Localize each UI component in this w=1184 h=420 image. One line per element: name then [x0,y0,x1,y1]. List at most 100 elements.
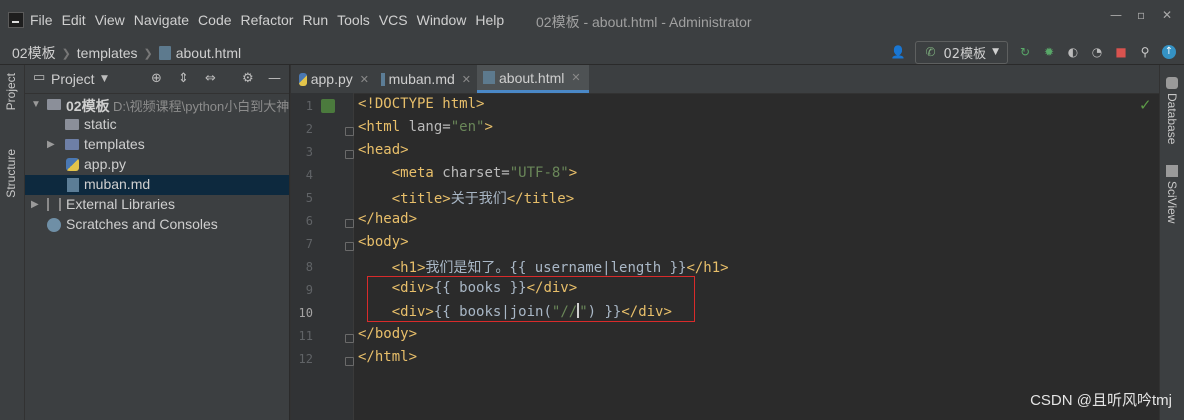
minimize-icon[interactable]: — [1110,8,1122,22]
expand-all-icon[interactable]: ⇕ [178,71,189,86]
menu-vcs[interactable]: VCS [379,12,408,28]
code-token: "en" [450,119,485,135]
code-token: <h1> [391,260,426,276]
tree-item-app-py[interactable]: app.py [25,155,289,175]
fold-marker-icon[interactable] [345,219,354,228]
window-title: 02模板 - about.html - Administrator [536,14,752,30]
tab-app-py[interactable]: app.py ✕ [293,65,375,93]
run-gutter-icon[interactable] [321,99,335,113]
fold-marker-icon[interactable] [345,242,354,251]
tab-label: about.html [499,69,565,86]
tree-item-label: Scratches and Consoles [66,216,218,232]
tab-structure[interactable]: Structure [4,149,18,198]
menu-bar: File Edit View Navigate Code Refactor Ru… [0,0,1184,40]
code-line-5: <title>关于我们</title> [358,188,574,211]
fold-marker-icon[interactable] [345,357,354,366]
menu-navigate[interactable]: Navigate [134,12,189,28]
line-number: 1 [305,99,313,113]
line-number: 3 [305,145,313,159]
user-icon[interactable]: 👤 [891,45,906,59]
coverage-icon[interactable]: ◐ [1066,45,1080,59]
tab-about-html[interactable]: about.html ✕ [477,65,589,93]
breadcrumb-file[interactable]: about.html [176,45,241,61]
run-config-label: 02模板 [943,46,987,62]
menu-run[interactable]: Run [302,12,328,28]
update-icon[interactable]: ↑ [1162,45,1176,59]
menu-help[interactable]: Help [475,12,504,28]
tab-database[interactable]: Database [1165,93,1179,144]
menu-code[interactable]: Code [198,12,231,28]
run-configuration-select[interactable]: ✆ 02模板 ▼ [914,40,1008,64]
collapse-all-icon[interactable]: ⇔ [205,71,216,86]
code-token: </html> [358,349,418,365]
chevron-right-icon[interactable]: ▶ [31,199,39,210]
menu-refactor[interactable]: Refactor [241,12,294,28]
rerun-icon[interactable]: ↻ [1018,45,1032,59]
tree-item-templates[interactable]: ▶ templates [25,135,289,155]
project-panel-title[interactable]: Project [51,71,95,87]
code-token: <meta [391,165,443,181]
code-token: "UTF-8" [509,165,569,181]
tab-label: app.py [310,71,353,87]
fold-marker-icon[interactable] [345,150,354,159]
code-token: lang= [408,119,451,135]
line-number: 9 [305,283,313,297]
code-line-6: </head> [358,211,417,234]
chevron-right-icon[interactable]: ▶ [47,139,55,150]
maximize-icon[interactable]: ▫ [1137,8,1145,22]
code-token: <html [358,119,409,135]
close-window-icon[interactable]: ✕ [1162,8,1172,22]
code-line-12: </html> [358,349,417,372]
html-file-icon [483,71,495,84]
tree-item-external-libraries[interactable]: ▶ External Libraries [25,195,289,215]
profile-icon[interactable]: ◔ [1090,45,1104,59]
line-number: 6 [305,214,313,228]
code-token: > [568,165,578,181]
scratches-icon [47,218,61,232]
close-icon[interactable]: ✕ [462,73,471,86]
code-token: <!DOCTYPE html> [358,96,485,112]
breadcrumb-project[interactable]: 02模板 [12,43,56,63]
tree-item-scratches[interactable]: Scratches and Consoles [25,215,289,235]
code-line-3: <head> [358,142,409,165]
fold-marker-icon[interactable] [345,127,354,136]
tree-item-static[interactable]: static [25,115,289,135]
code-token: </body> [358,326,418,342]
menu-view[interactable]: View [95,12,125,28]
tree-item-label: static [84,116,117,132]
code-token: <head> [358,142,409,158]
code-line-4: <meta charset="UTF-8"> [358,165,577,188]
stop-icon[interactable]: ■ [1114,45,1128,59]
hide-icon[interactable]: — [268,71,281,86]
tree-item-project-root[interactable]: ▼ 02模板 D:\视频课程\python小白到大神 [25,95,289,115]
menu-edit[interactable]: Edit [62,12,86,28]
tab-muban-md[interactable]: muban.md ✕ [375,65,477,93]
menu-file[interactable]: File [30,12,53,28]
tab-project[interactable]: Project [4,73,18,110]
gear-icon[interactable]: ⚙ [242,71,254,86]
chevron-down-icon[interactable]: ▼ [101,74,108,84]
tree-item-muban-md[interactable]: muban.md [25,175,289,195]
menu-window[interactable]: Window [417,12,467,28]
line-number-gutter: 1 2 3 4 5 6 7 8 9 10 11 12 [291,93,354,420]
fold-marker-icon[interactable] [345,334,354,343]
code-token: 关于我们 [450,191,507,207]
html-file-icon [158,46,171,60]
locate-icon[interactable]: ⊕ [151,71,162,86]
close-icon[interactable]: ✕ [360,73,369,86]
no-problems-check-icon[interactable]: ✓ [1139,96,1152,114]
breadcrumb-folder[interactable]: templates [77,45,138,61]
close-icon[interactable]: ✕ [571,71,580,84]
tree-item-label: templates [84,136,145,152]
tab-sciview[interactable]: SciView [1165,181,1179,223]
breadcrumb: 02模板 ❯ templates ❯ about.html [12,43,241,63]
folder-icon [65,119,79,130]
chevron-down-icon[interactable]: ▼ [31,99,41,110]
chevron-right-icon: ❯ [143,47,153,60]
debug-icon[interactable]: ✹ [1042,45,1056,59]
search-icon[interactable]: ⚲ [1138,45,1152,59]
menu-tools[interactable]: Tools [337,12,370,28]
folder-icon [65,139,79,150]
